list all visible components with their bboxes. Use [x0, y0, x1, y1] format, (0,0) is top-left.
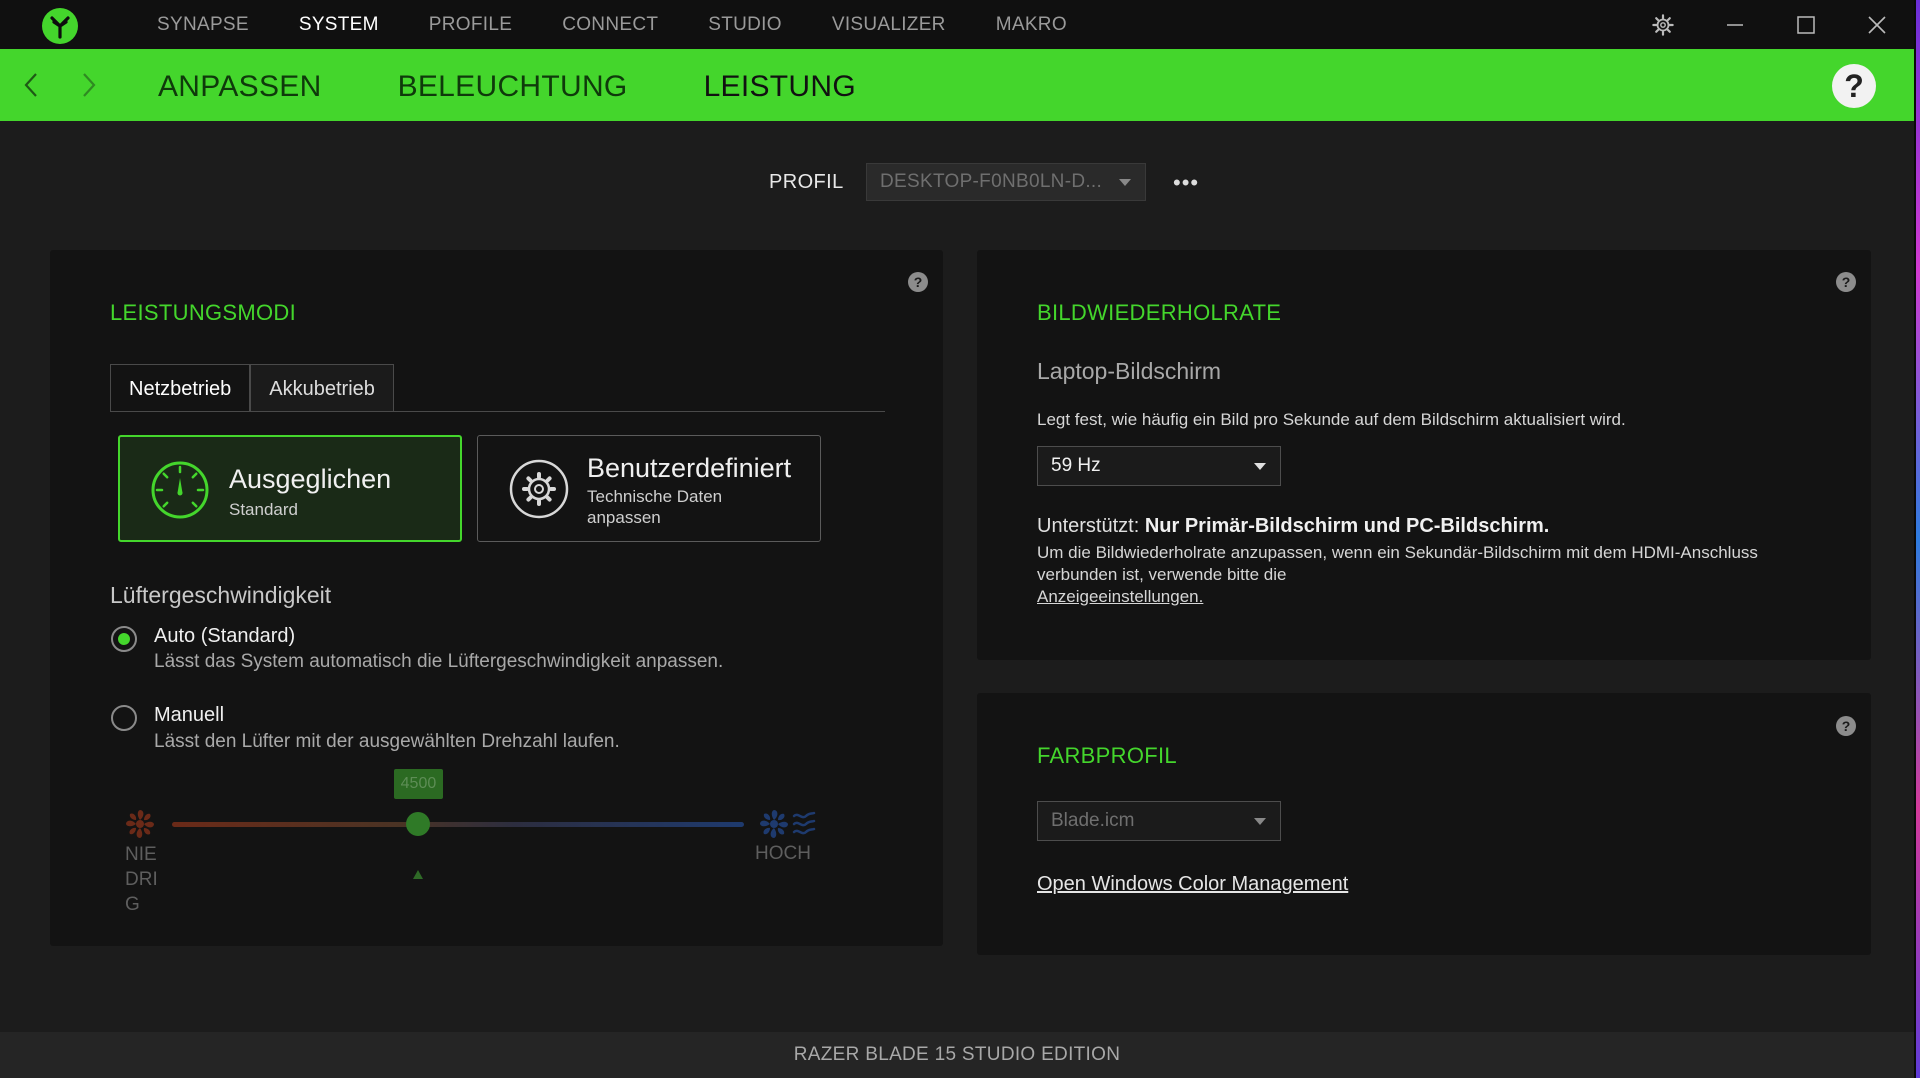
- nav-studio[interactable]: STUDIO: [683, 0, 807, 49]
- forward-arrow-icon[interactable]: [76, 71, 100, 99]
- fan-auto-radio[interactable]: [111, 626, 137, 652]
- color-profile-title: FARBPROFIL: [1037, 743, 1177, 768]
- supported-label: Unterstützt:: [1037, 515, 1140, 537]
- fan-low-icon: [126, 810, 154, 838]
- mode-ausgeglichen-subtitle: Standard: [229, 500, 298, 519]
- razer-logo-icon: [42, 8, 78, 44]
- desktop-background-edge: [1916, 0, 1920, 1078]
- top-navigation: SYNAPSE SYSTEM PROFILE CONNECT STUDIO VI…: [132, 0, 1092, 49]
- settings-button[interactable]: [1648, 10, 1678, 40]
- open-color-management-link[interactable]: Open Windows Color Management: [1037, 873, 1348, 896]
- fan-high-icon: [760, 810, 816, 838]
- mode-benutzerdefiniert[interactable]: Benutzerdefiniert Technische Daten anpas…: [477, 435, 821, 542]
- refresh-rate-dropdown[interactable]: 59 Hz: [1037, 446, 1281, 486]
- power-source-tabs: Netzbetrieb Akkubetrieb: [110, 364, 394, 412]
- title-bar: SYNAPSE SYSTEM PROFILE CONNECT STUDIO VI…: [0, 0, 1914, 49]
- refresh-note-line-1: Um die Bildwiederholrate anzupassen, wen…: [1037, 543, 1758, 562]
- tab-akkubetrieb[interactable]: Akkubetrieb: [250, 364, 394, 412]
- device-name: RAZER BLADE 15 STUDIO EDITION: [793, 1044, 1121, 1065]
- nav-system[interactable]: SYSTEM: [274, 0, 404, 49]
- performance-help-icon[interactable]: ?: [908, 272, 928, 292]
- refresh-rate-card: BILDWIEDERHOLRATE ? Laptop-Bildschirm Le…: [977, 250, 1871, 660]
- fan-low-label: NIE DRI G: [125, 842, 165, 917]
- supported-value: Nur Primär-Bildschirm und PC-Bildschirm.: [1144, 515, 1550, 537]
- refresh-rate-title: BILDWIEDERHOLRATE: [1037, 300, 1282, 325]
- profile-dropdown-value: DESKTOP-F0NB0LN-D...: [880, 171, 1103, 192]
- profile-label: PROFIL: [769, 171, 844, 193]
- fan-manual-desc: Lässt den Lüfter mit der ausgewählten Dr…: [154, 731, 620, 752]
- fan-manual-radio[interactable]: [111, 705, 137, 731]
- nav-visualizer[interactable]: VISUALIZER: [807, 0, 971, 49]
- color-profile-value: Blade.icm: [1051, 810, 1135, 831]
- tabs-divider: [110, 411, 885, 412]
- fan-auto-label: Auto (Standard): [154, 625, 296, 647]
- laptop-screen-heading: Laptop-Bildschirm: [1037, 358, 1222, 384]
- fan-speed-value: 4500: [393, 769, 443, 799]
- close-button[interactable]: [1862, 10, 1892, 40]
- fan-auto-desc: Lässt das System automatisch die Lüfterg…: [154, 651, 724, 672]
- profile-dropdown[interactable]: DESKTOP-F0NB0LN-D...: [866, 163, 1146, 201]
- mode-ausgeglichen[interactable]: Ausgeglichen Standard: [118, 435, 462, 542]
- fan-speed-heading: Lüftergeschwindigkeit: [110, 582, 332, 608]
- gear-icon: [1652, 14, 1674, 36]
- mode-benutzerdefiniert-subtitle-2: anpassen: [587, 508, 661, 527]
- fan-speed-slider-track[interactable]: [172, 822, 744, 827]
- fan-high-label: HOCH: [755, 843, 811, 864]
- display-settings-link[interactable]: Anzeigeeinstellungen.: [1037, 587, 1203, 607]
- nav-connect[interactable]: CONNECT: [537, 0, 683, 49]
- help-button[interactable]: ?: [1832, 64, 1876, 108]
- mode-benutzerdefiniert-subtitle-1: Technische Daten: [587, 487, 723, 506]
- tab-leistung[interactable]: LEISTUNG: [704, 49, 856, 121]
- nav-makro[interactable]: MAKRO: [971, 0, 1092, 49]
- refresh-help-icon[interactable]: ?: [1836, 272, 1856, 292]
- minimize-icon: [1727, 24, 1743, 26]
- performance-title: LEISTUNGSMODI: [110, 300, 297, 325]
- tab-anpassen[interactable]: ANPASSEN: [158, 49, 322, 121]
- tab-beleuchtung[interactable]: BELEUCHTUNG: [398, 49, 628, 121]
- chevron-down-icon: [1254, 818, 1266, 825]
- fan-manual-label: Manuell: [154, 704, 225, 726]
- fan-low-label-line-2: DRI: [125, 869, 158, 890]
- maximize-icon: [1797, 16, 1815, 34]
- gear-icon: [509, 459, 569, 519]
- minimize-button[interactable]: [1720, 10, 1750, 40]
- refresh-note-line-2: verbunden ist, verwende bitte die: [1037, 565, 1287, 584]
- mode-ausgeglichen-title: Ausgeglichen: [229, 464, 392, 494]
- tab-netzbetrieb[interactable]: Netzbetrieb: [110, 364, 251, 412]
- back-arrow-icon[interactable]: [20, 71, 44, 99]
- mode-benutzerdefiniert-title: Benutzerdefiniert: [587, 453, 792, 483]
- chevron-down-icon: [1119, 179, 1131, 186]
- close-icon: [1868, 16, 1886, 34]
- fan-low-label-line-3: G: [125, 894, 140, 915]
- sub-tabs: ANPASSEN BELEUCHTUNG LEISTUNG: [158, 49, 932, 121]
- fan-speed-default-marker: [412, 870, 423, 879]
- fan-low-label-line-1: NIE: [125, 844, 157, 865]
- fan-speed-slider-thumb[interactable]: [405, 812, 430, 836]
- speedometer-icon: [151, 461, 209, 519]
- more-options-button[interactable]: •••: [1173, 170, 1199, 196]
- color-profile-dropdown[interactable]: Blade.icm: [1037, 801, 1281, 841]
- color-profile-card: FARBPROFIL ? Blade.icm Open Windows Colo…: [977, 693, 1871, 955]
- chevron-down-icon: [1254, 463, 1266, 470]
- refresh-description: Legt fest, wie häufig ein Bild pro Sekun…: [1037, 410, 1626, 429]
- refresh-rate-value: 59 Hz: [1051, 455, 1101, 476]
- nav-profile[interactable]: PROFILE: [404, 0, 537, 49]
- maximize-button[interactable]: [1791, 10, 1821, 40]
- color-profile-help-icon[interactable]: ?: [1836, 716, 1856, 736]
- sub-navigation-bar: ANPASSEN BELEUCHTUNG LEISTUNG ?: [0, 49, 1914, 121]
- nav-synapse[interactable]: SYNAPSE: [132, 0, 274, 49]
- supported-line: Unterstützt: Nur Primär-Bildschirm und P…: [1037, 515, 1549, 538]
- app-window: SYNAPSE SYSTEM PROFILE CONNECT STUDIO VI…: [0, 0, 1914, 1078]
